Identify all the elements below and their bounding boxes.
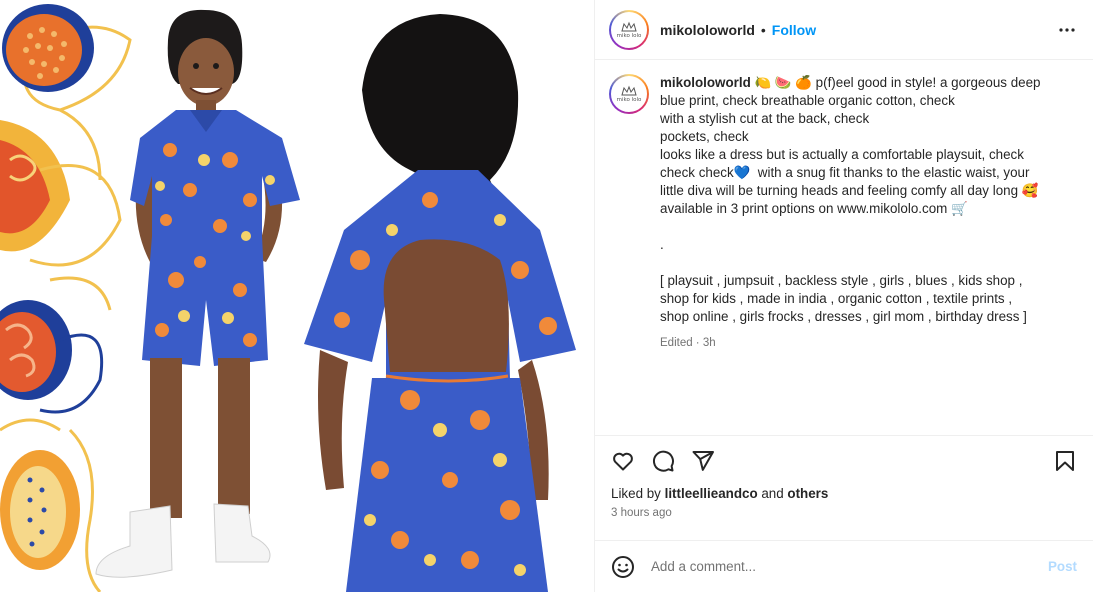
caption-avatar-inner: miko lolo: [611, 76, 647, 112]
caption-username[interactable]: mikololoworld: [660, 75, 751, 90]
emoji-smiley-icon: [612, 555, 634, 578]
share-button[interactable]: [691, 449, 715, 473]
decorative-fruit-art: [0, 4, 132, 592]
post-actions-section: Liked by littleellieandco and others 3 h…: [595, 435, 1093, 540]
caption-line-11: [ playsuit , jumpsuit , backless style ,…: [660, 273, 1023, 288]
post-photo-illustration: [0, 4, 576, 592]
caption-edited-meta: Edited · 3h: [660, 337, 716, 349]
likes-others-link[interactable]: others: [787, 486, 828, 501]
heart-icon: [613, 452, 633, 471]
instagram-post-dialog: miko lolo mikololoworld • Follow miko lo…: [0, 0, 1093, 592]
post-timestamp[interactable]: 3 hours ago: [611, 507, 1077, 519]
post-header: miko lolo mikololoworld • Follow: [595, 0, 1093, 60]
caption-line-10: [660, 254, 1079, 272]
caption-author-avatar[interactable]: miko lolo: [609, 74, 649, 114]
caption-first-line: mikololoworld 🍋 🍉 🍊 p(f)eel good in styl…: [660, 74, 1079, 92]
avatar-brand-text: miko lolo: [616, 32, 642, 39]
caption-line-12: shop for kids , made in india , organic …: [660, 291, 1013, 306]
caption-line-0: 🍋 🍉 🍊 p(f)eel good in style! a gorgeous …: [750, 75, 1041, 90]
caption-avatar-brand-text: miko lolo: [616, 97, 642, 103]
more-horizontal-icon: [1059, 27, 1075, 32]
like-button[interactable]: [611, 449, 635, 473]
avatar-inner: miko lolo: [611, 11, 647, 48]
emoji-button[interactable]: [611, 555, 635, 579]
save-button[interactable]: [1053, 449, 1077, 473]
post-side-panel: miko lolo mikololoworld • Follow miko lo…: [594, 0, 1093, 592]
send-icon: [692, 451, 714, 471]
caption-line-5: check check💙 with a snug fit thanks to t…: [660, 165, 1030, 180]
comment-input[interactable]: [651, 559, 1048, 574]
caption-text: mikololoworld 🍋 🍉 🍊 p(f)eel good in styl…: [660, 74, 1079, 435]
caption-line-7: available in 3 print options on www.miko…: [660, 201, 968, 216]
likes-middle: and: [757, 486, 788, 501]
more-options-button[interactable]: [1055, 18, 1079, 42]
caption-line-8: [660, 218, 1079, 236]
likes-user-link[interactable]: littleellieandco: [665, 486, 758, 501]
model-front-view: [95, 9, 300, 578]
follow-button[interactable]: Follow: [772, 22, 816, 38]
bookmark-icon: [1056, 451, 1074, 471]
author-avatar[interactable]: miko lolo: [609, 9, 649, 50]
caption-line-1: blue print, check breathable organic cot…: [660, 93, 955, 108]
caption-line-4: looks like a dress but is actually a com…: [660, 147, 1024, 162]
caption-line-3: pockets, check: [660, 129, 749, 144]
brand-logo-icon: [621, 21, 637, 31]
header-separator: •: [760, 21, 766, 38]
caption-section: miko lolo mikololoworld 🍋 🍉 🍊 p(f)eel go…: [595, 60, 1093, 435]
comment-composer: Post: [595, 540, 1093, 592]
post-image[interactable]: [0, 0, 594, 592]
post-comment-button[interactable]: Post: [1048, 559, 1077, 574]
author-username[interactable]: mikololoworld: [660, 22, 755, 38]
caption-brand-logo-icon: [621, 85, 637, 96]
caption-line-6: little diva will be turning heads and fe…: [660, 183, 1039, 198]
caption-line-2: with a stylish cut at the back, check: [660, 111, 870, 126]
model-back-view: [304, 14, 576, 592]
caption-line-9: .: [660, 237, 664, 252]
action-bar: [611, 436, 1077, 486]
comment-button[interactable]: [651, 449, 675, 473]
likes-summary: Liked by littleellieandco and others: [611, 486, 1077, 501]
comment-icon: [652, 450, 674, 472]
likes-prefix: Liked by: [611, 486, 665, 501]
caption-line-13: shop online , girls frocks , dresses , g…: [660, 309, 1027, 324]
